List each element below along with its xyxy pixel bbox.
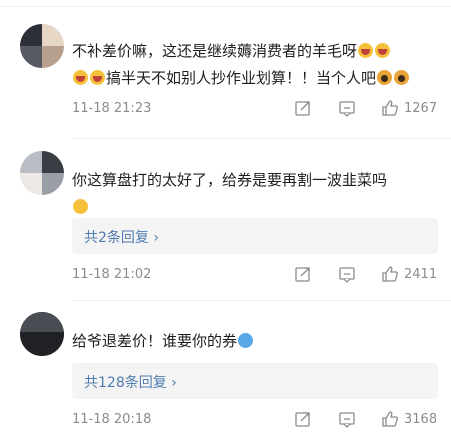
comment-text-line: 不补差价嘛，这还是继续薅消费者的羊毛呀 <box>72 42 358 60</box>
replies-box[interactable]: 共2条回复 › <box>72 218 438 254</box>
comment-text: 给爷退差价！谁要你的券 <box>72 328 437 355</box>
top-divider <box>0 0 451 7</box>
avatar[interactable] <box>20 24 64 68</box>
view-replies-label: 共128条回复 <box>84 375 167 391</box>
comment-item: 不补差价嘛，这还是继续薅消费者的羊毛呀 搞半天不如别人抄作业划算！！当个人吧 1… <box>0 16 451 126</box>
crying-emoji-icon <box>375 43 391 58</box>
replies-box[interactable]: 共128条回复 › <box>72 363 438 399</box>
comment-meta: 11-18 21:23 1267 <box>72 99 437 119</box>
comment-text: 你这算盘打的太好了，给券是要再割一波韭菜吗 <box>72 167 437 221</box>
comment-meta: 11-18 21:02 2411 <box>72 265 437 285</box>
view-replies-label: 共2条回复 <box>84 230 149 246</box>
thumbs-up-icon[interactable] <box>381 410 399 428</box>
bowing-emoji-icon <box>394 70 410 85</box>
like-count: 2411 <box>404 267 438 282</box>
view-replies-link[interactable]: 共128条回复 › <box>84 372 177 392</box>
crying-emoji-icon <box>73 70 88 85</box>
thumbs-up-icon[interactable] <box>381 265 399 283</box>
comment-icon[interactable] <box>338 410 356 428</box>
comment-text: 不补差价嘛，这还是继续薅消费者的羊毛呀 搞半天不如别人抄作业划算！！当个人吧 <box>72 38 437 92</box>
chevron-right-icon: › <box>171 375 177 391</box>
comment-text-line: 给爷退差价！谁要你的券 <box>72 332 238 350</box>
comment-item: 给爷退差价！谁要你的券 共128条回复 › 11-18 20:18 3168 <box>0 300 451 443</box>
avatar[interactable] <box>20 312 64 356</box>
chevron-right-icon: › <box>153 230 159 246</box>
crying-emoji-icon <box>358 43 374 58</box>
laughing-emoji-icon <box>73 199 88 214</box>
comment-time: 11-18 20:18 <box>72 412 152 427</box>
thumbs-up-icon[interactable] <box>381 99 399 117</box>
repost-icon[interactable] <box>294 265 312 283</box>
crying-emoji-icon <box>90 70 105 85</box>
comment-text-line: 搞半天不如别人抄作业划算！！当个人吧 <box>106 69 377 87</box>
like-count: 3168 <box>404 412 438 427</box>
emoji-icon <box>238 333 254 348</box>
repost-icon[interactable] <box>294 99 312 117</box>
avatar[interactable] <box>20 151 64 195</box>
bowing-emoji-icon <box>377 70 393 85</box>
comment-item: 你这算盘打的太好了，给券是要再割一波韭菜吗 共2条回复 › 11-18 21:0… <box>0 139 451 289</box>
view-replies-link[interactable]: 共2条回复 › <box>84 227 159 247</box>
comment-icon[interactable] <box>338 265 356 283</box>
repost-icon[interactable] <box>294 410 312 428</box>
comment-time: 11-18 21:02 <box>72 267 152 282</box>
like-count: 1267 <box>404 101 438 116</box>
comment-meta: 11-18 20:18 3168 <box>72 410 437 430</box>
comment-time: 11-18 21:23 <box>72 101 152 116</box>
comment-icon[interactable] <box>338 99 356 117</box>
comment-text-line: 你这算盘打的太好了，给券是要再割一波韭菜吗 <box>72 171 388 189</box>
